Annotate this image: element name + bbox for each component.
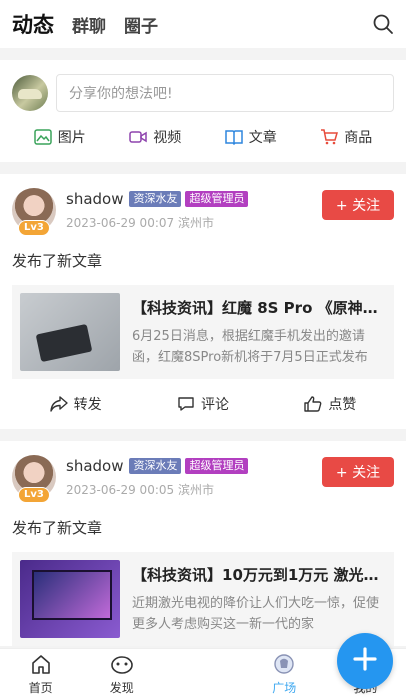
article-desc: 近期激光电视的降价让人们大吃一惊，促使更多人考虑购买这一新一代的家 [132,596,380,632]
discover-icon [110,656,133,674]
post-time: 2023-06-29 00:07 [66,216,175,230]
tab-circle[interactable]: 圈子 [124,12,158,37]
avatar[interactable]: Lv3 [12,455,56,503]
plus-icon [353,647,378,671]
level-badge: Lv3 [18,487,50,503]
follow-button[interactable]: + 关注 [322,457,394,487]
repost-button[interactable]: 转发 [12,394,139,414]
avatar[interactable]: Lv3 [12,188,56,236]
nav-discover-label: 发现 [109,681,134,695]
composer-article-label: 文章 [248,130,277,146]
like-button[interactable]: 点赞 [267,394,394,414]
tag-admin: 超级管理员 [185,458,249,474]
username[interactable]: shadow [66,190,123,208]
plaza-icon [274,654,294,674]
post-meta: 2023-06-29 00:07 滨州市 [66,214,322,231]
post-time: 2023-06-29 00:05 [66,483,175,497]
comment-button[interactable]: 评论 [139,394,266,414]
level-badge: Lv3 [18,220,50,236]
post-text: 发布了新文章 [12,252,103,270]
follow-button[interactable]: + 关注 [322,190,394,220]
nav-home-label: 首页 [28,681,53,695]
tag-senior: 资深水友 [129,191,182,207]
composer-video-button[interactable]: 视频 [108,127,204,147]
cart-icon [321,129,339,145]
nav-plaza-label: 广场 [272,681,297,695]
image-icon [34,129,52,145]
publish-button[interactable] [337,633,394,689]
article-card[interactable]: 【科技资讯】红魔 8S Pro 《原神》限定版开箱 6月25日消息，根据红魔手机… [12,285,394,379]
repost-label: 转发 [73,397,102,413]
video-icon [129,131,147,143]
post-location: 滨州市 [177,216,214,230]
post-card: Lv3 shadow 资深水友 超级管理员 2023-06-29 00:05 滨… [0,441,406,646]
thumbs-up-icon [304,396,322,412]
tab-group-chat[interactable]: 群聊 [72,12,106,37]
composer-image-button[interactable]: 图片 [12,127,108,147]
nav-home[interactable]: 首页 [0,649,81,700]
nav-plaza[interactable]: 广场 [244,649,325,700]
comment-label: 评论 [200,397,229,413]
post-card: Lv3 shadow 资深水友 超级管理员 2023-06-29 00:07 滨… [0,174,406,429]
home-icon [31,655,50,674]
tag-admin: 超级管理员 [185,191,249,207]
tab-dynamics[interactable]: 动态 [12,9,54,39]
search-icon[interactable] [372,13,394,35]
composer-video-label: 视频 [153,130,182,146]
composer-article-button[interactable]: 文章 [203,127,299,147]
tag-senior: 资深水友 [129,458,182,474]
article-thumbnail [20,293,120,371]
composer-goods-button[interactable]: 商品 [299,127,395,147]
post-location: 滨州市 [177,483,214,497]
comment-icon [178,397,194,411]
composer: 分享你的想法吧! 图片 视频 文章 商品 [0,60,406,162]
like-label: 点赞 [328,397,357,413]
post-text: 发布了新文章 [12,519,103,537]
article-card[interactable]: 【科技资讯】10万元到1万元 激光电视降价 近期激光电视的降价让人们大吃一惊，促… [12,552,394,646]
nav-publish[interactable] [162,633,394,700]
share-icon [49,396,68,412]
top-bar: 动态 群聊 圈子 [0,0,406,48]
my-avatar[interactable] [12,75,48,111]
post-meta: 2023-06-29 00:05 滨州市 [66,481,322,498]
nav-discover[interactable]: 发现 [81,649,162,700]
bottom-nav: 首页 发现 广场 我的 [0,633,406,700]
composer-image-label: 图片 [57,130,86,146]
article-thumbnail [20,560,120,638]
article-desc: 6月25日消息，根据红魔手机发出的邀请函，红魔8SPro新机将于7月5日正式发布 [132,329,368,365]
article-title: 【科技资讯】红魔 8S Pro 《原神》限定版开箱 [132,299,386,317]
username[interactable]: shadow [66,457,123,475]
book-icon [225,130,243,145]
share-input[interactable]: 分享你的想法吧! [56,74,394,112]
composer-goods-label: 商品 [344,130,373,146]
article-title: 【科技资讯】10万元到1万元 激光电视降价 [132,566,386,584]
